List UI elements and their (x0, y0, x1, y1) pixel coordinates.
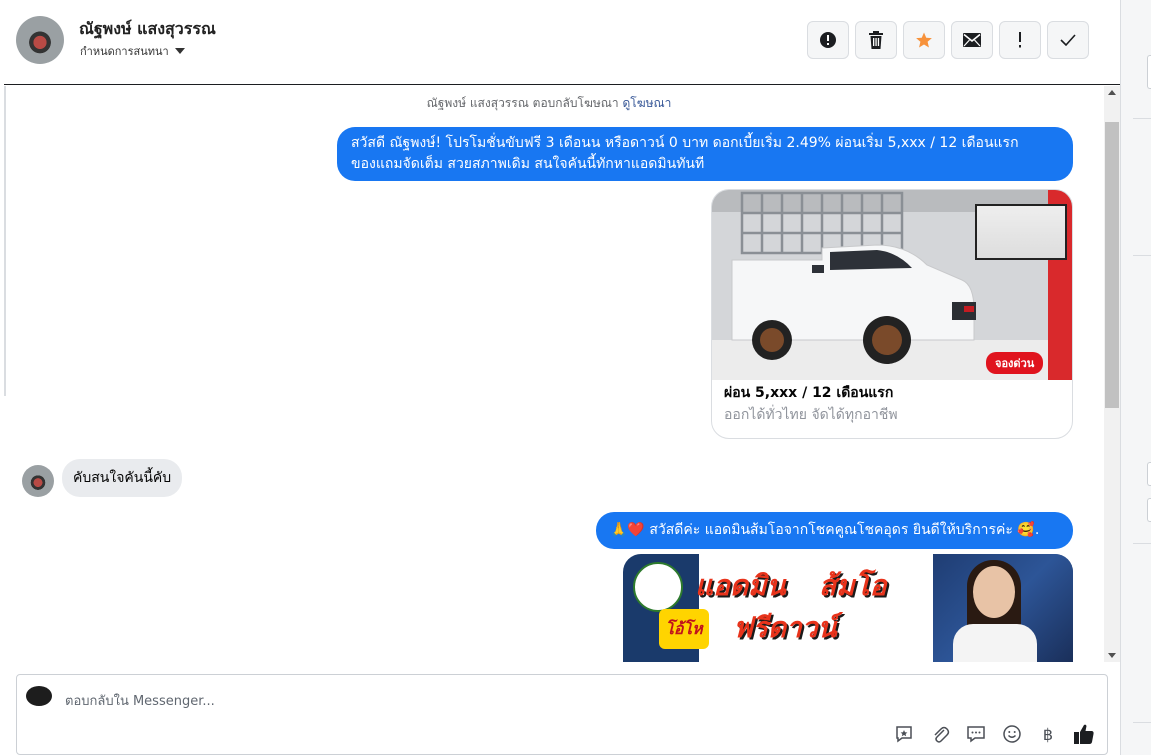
like-button[interactable] (1073, 723, 1095, 745)
message-line: ของแถมจัดเต็ม สวยสภาพเดิม สนใจคันนี้ทักห… (351, 156, 705, 172)
panel-field[interactable] (1147, 498, 1151, 522)
incoming-message[interactable]: คับสนใจคันนี้คับ (62, 459, 183, 497)
view-ad-link[interactable]: ดูโฆษณา (622, 96, 671, 110)
assign-conversation-dropdown[interactable]: กำหนดการสนทนา (80, 42, 185, 60)
divider (1133, 118, 1151, 119)
message-thread[interactable]: ณัฐพงษ์ แสงสุวรรณ ตอบกลับโฆษณา ดูโฆษณา ส… (4, 86, 1120, 662)
delete-button[interactable] (855, 21, 897, 59)
alert-circle-icon (820, 32, 836, 48)
mark-unread-button[interactable] (951, 21, 993, 59)
attachment-icon (934, 726, 950, 743)
scroll-up-arrow-icon[interactable] (1108, 90, 1116, 95)
inbox-app: ณัฐพงษ์ แสงสุวรรณ กำหนดการสนทนา ณัฐพงษ์ … (0, 0, 1151, 755)
payment-button[interactable]: ฿ (1037, 723, 1059, 745)
emoji-button[interactable] (1001, 723, 1023, 745)
ad-card[interactable]: จองด่วน ผ่อน 5,xxx / 12 เดือนแรก ออกได้ท… (711, 189, 1073, 439)
banner-title: แอดมิน (695, 569, 786, 602)
flag-button[interactable] (999, 21, 1041, 59)
reply-composer[interactable]: ตอบกลับใน Messenger... ฿ (16, 674, 1108, 755)
contact-name[interactable]: ณัฐพงษ์ แสงสุวรรณ (79, 17, 216, 42)
thread-scrollbar[interactable] (1104, 86, 1120, 662)
banner-title-name: ส้มโอ (819, 569, 887, 602)
header-actions (807, 21, 1089, 59)
emoji: 🥰. (1017, 522, 1040, 538)
truck-photo: จองด่วน (712, 190, 1072, 380)
outgoing-message[interactable]: 🙏❤️ สวัสดีค่ะ แอดมินส้มโอจากโชคคูณโชคอุด… (596, 512, 1073, 549)
panel-field[interactable] (1147, 55, 1151, 89)
avatar[interactable] (22, 465, 54, 497)
divider (1133, 255, 1151, 256)
outgoing-message[interactable]: สวัสดี ณัฐพงษ์! โปรโมชั่นขับฟรี 3 เดือนน… (337, 127, 1073, 181)
emoji-icon (1003, 725, 1021, 743)
book-now-badge: จองด่วน (986, 352, 1044, 374)
star-icon (916, 32, 932, 48)
panel-field[interactable] (1147, 462, 1151, 486)
admin-shirt (953, 624, 1037, 662)
divider (4, 86, 6, 396)
message-line: สวัสดี ณัฐพงษ์! โปรโมชั่นขับฟรี 3 เดือนน… (351, 135, 1019, 151)
reply-input[interactable]: ตอบกลับใน Messenger... (65, 690, 215, 711)
mark-spam-button[interactable] (807, 21, 849, 59)
right-details-panel (1120, 0, 1151, 755)
conversation-header: ณัฐพงษ์ แสงสุวรรณ กำหนดการสนทนา (4, 0, 1120, 85)
divider (1133, 543, 1151, 544)
banner-headline: ฟรีดาวน์ (733, 611, 837, 644)
envelope-icon (963, 33, 981, 47)
dealer-logo (633, 562, 683, 612)
scrollbar-thumb[interactable] (1105, 122, 1119, 408)
checkmark-icon (1060, 34, 1076, 46)
ad-reply-notice: ณัฐพงษ์ แสงสุวรรณ ตอบกลับโฆษณา ดูโฆษณา (4, 94, 1094, 113)
card-title: ผ่อน 5,xxx / 12 เดือนแรก (724, 385, 894, 401)
inset-photo (975, 204, 1067, 260)
page-avatar (26, 686, 52, 706)
divider (1133, 722, 1151, 723)
message-line: สวัสดีค่ะ แอดมินส้มโอจากโชคคูณโชคอุดร ยิ… (649, 522, 1013, 538)
star-button[interactable] (903, 21, 945, 59)
thumbs-up-icon (1074, 724, 1094, 744)
attach-button[interactable] (929, 723, 951, 745)
promo-banner-image[interactable]: แอดมิน ส้มโอ โอ้โห ฟรีดาวน์ (623, 554, 1073, 662)
caret-down-icon (174, 48, 185, 54)
trash-icon (869, 31, 883, 49)
saved-reply-button[interactable] (893, 723, 915, 745)
composer-tools: ฿ (893, 723, 1095, 745)
notice-text: ณัฐพงษ์ แสงสุวรรณ ตอบกลับโฆษณา (426, 96, 619, 110)
emoji: 🙏❤️ (610, 522, 645, 538)
quick-reply-button[interactable] (965, 723, 987, 745)
burst-badge: โอ้โห (659, 609, 709, 649)
card-subtitle: ออกได้ทั่วไทย จัดได้ทุกอาชีพ (724, 407, 898, 423)
saved-reply-icon (896, 726, 912, 743)
baht-icon: ฿ (1042, 724, 1054, 744)
exclamation-icon (1019, 32, 1021, 48)
assign-label: กำหนดการสนทนา (80, 45, 169, 58)
mark-done-button[interactable] (1047, 21, 1089, 59)
admin-face (973, 566, 1015, 618)
scroll-down-arrow-icon[interactable] (1108, 653, 1116, 658)
chat-icon (967, 726, 985, 743)
avatar[interactable] (16, 16, 64, 64)
